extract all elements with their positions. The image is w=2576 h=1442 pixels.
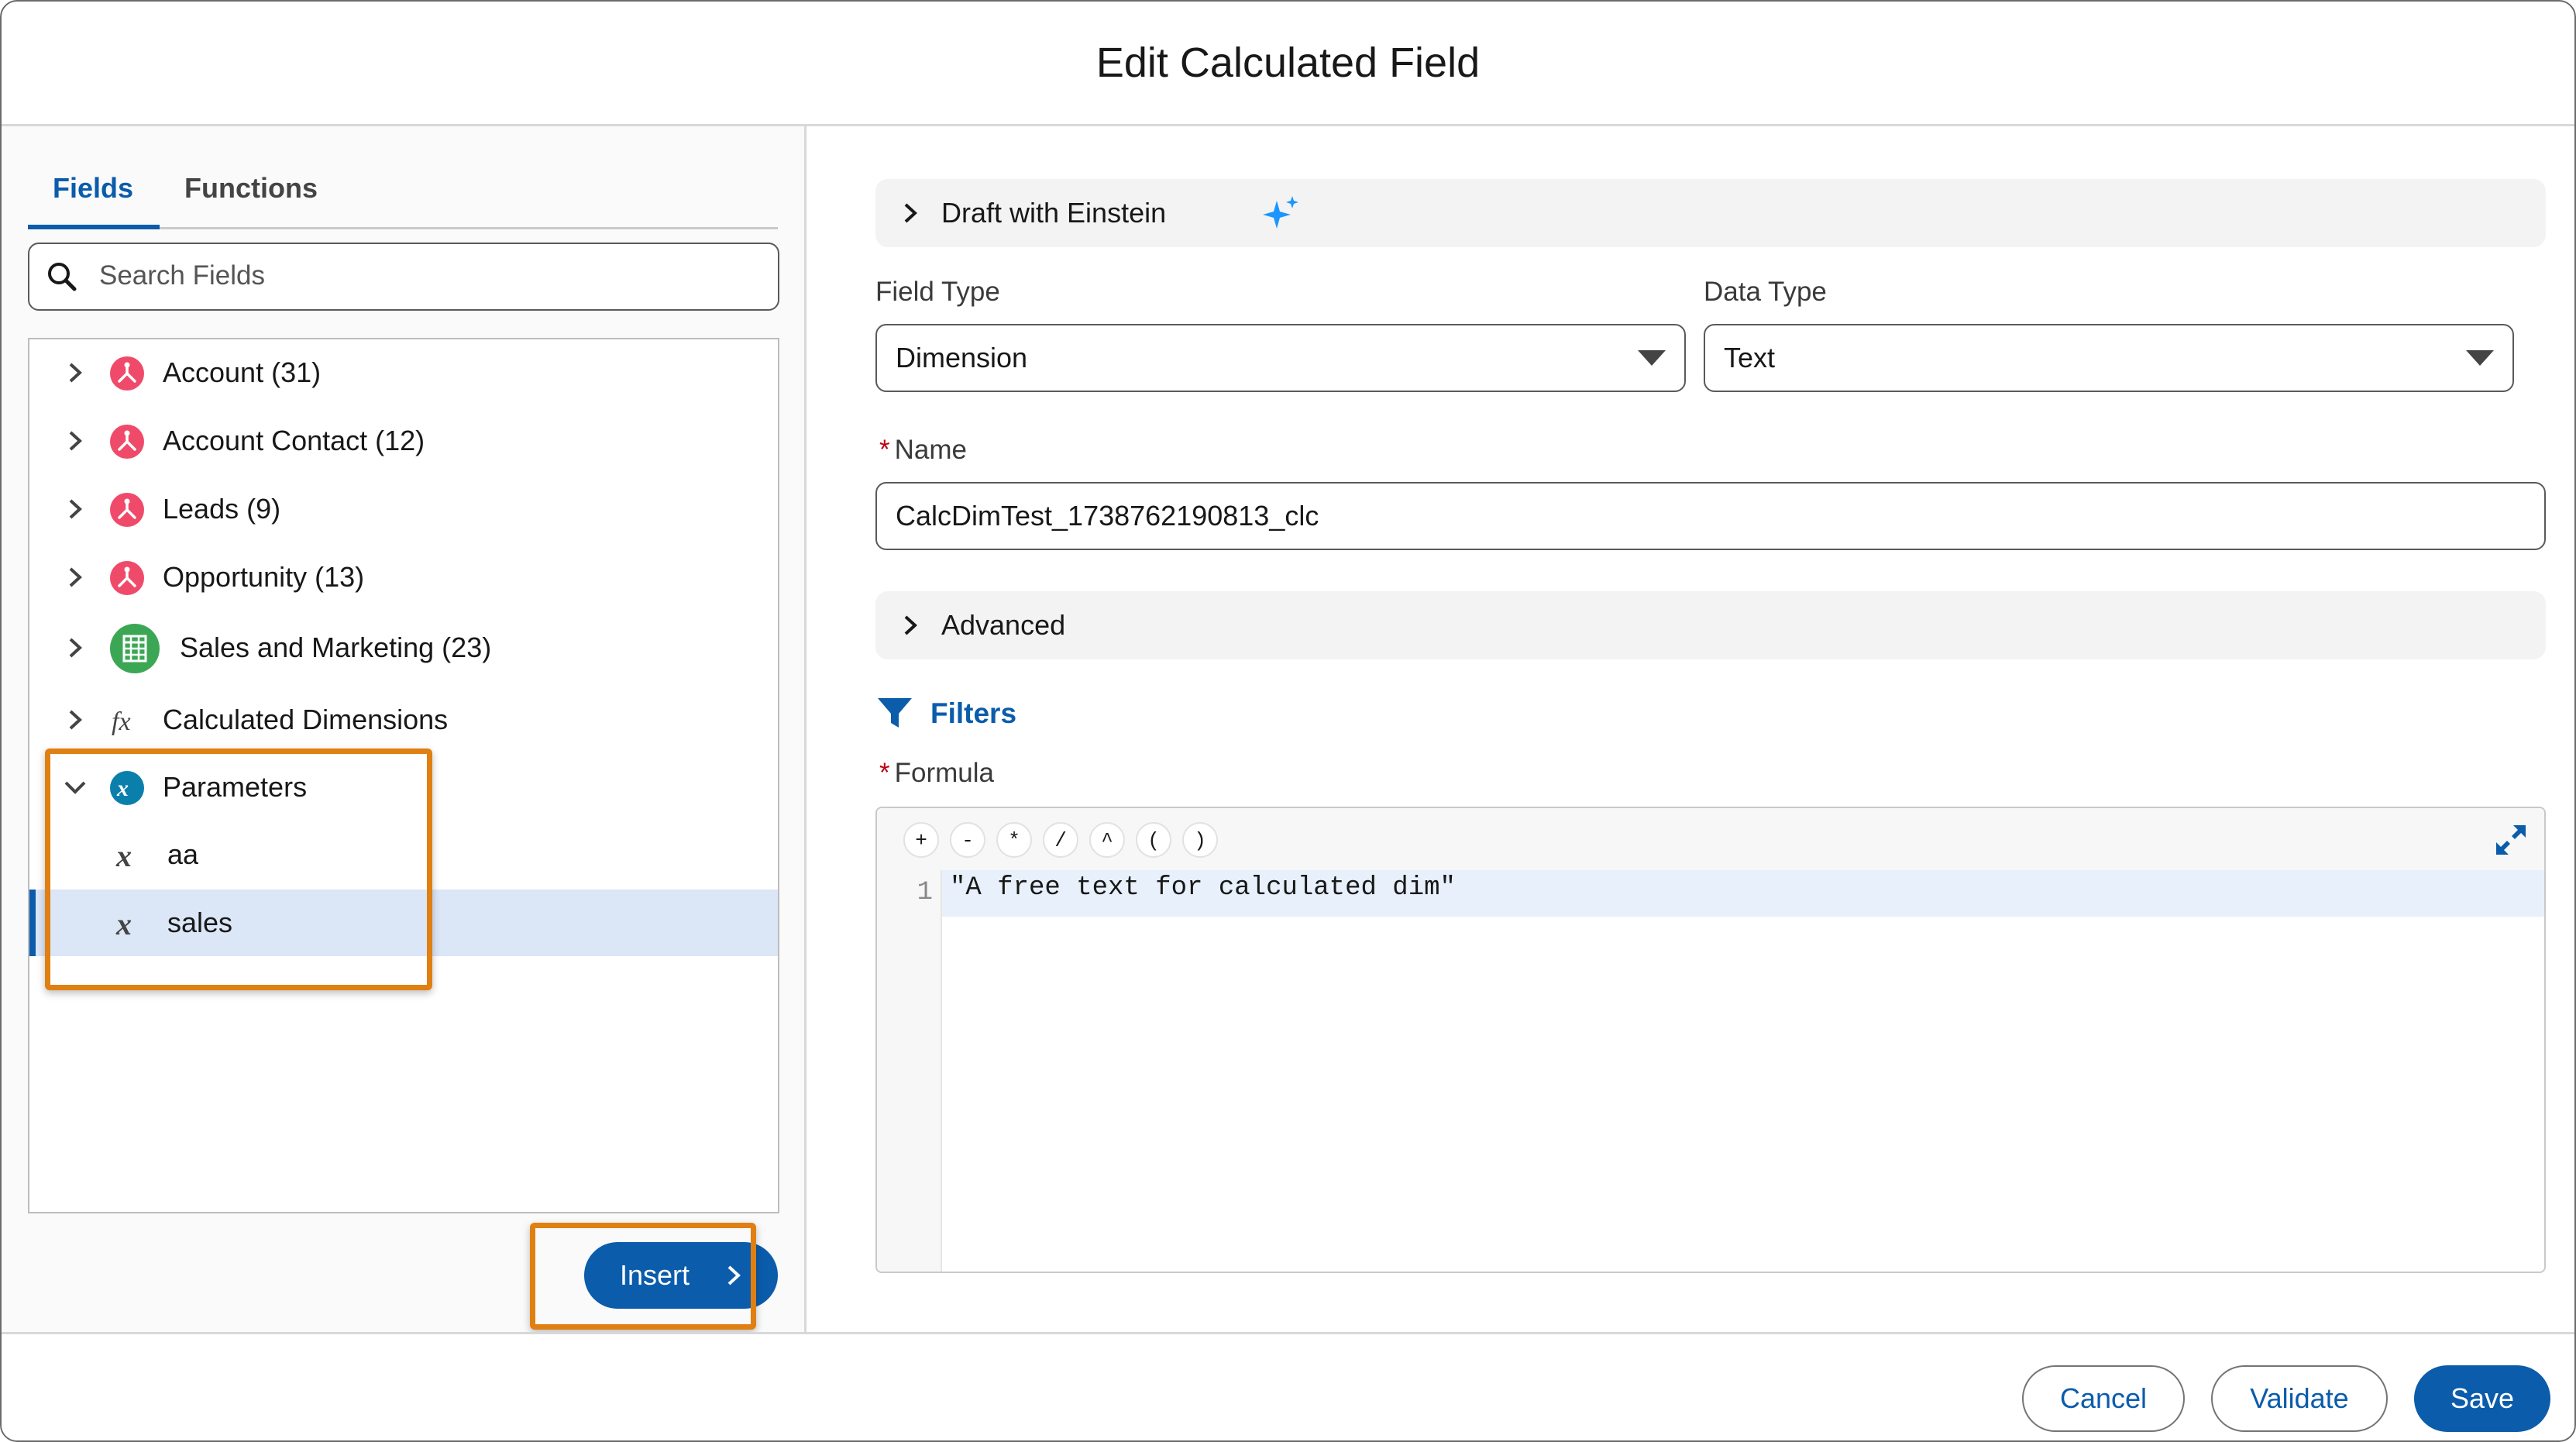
dataset-icon	[110, 493, 144, 527]
tree-item-calculated-dimensions[interactable]: fx Calculated Dimensions	[29, 687, 778, 753]
chevron-right-icon[interactable]	[64, 497, 87, 521]
formula-code[interactable]: "A free text for calculated dim"	[950, 873, 1456, 903]
tree-item-leads[interactable]: Leads (9)	[29, 476, 778, 542]
einstein-sparkle-icon	[1263, 196, 1298, 229]
tree-item-sales-and-marketing[interactable]: Sales and Marketing (23)	[29, 614, 778, 681]
tab-functions[interactable]: Functions	[184, 150, 318, 227]
formula-panel: Draft with Einstein Field Type Dimension…	[807, 126, 2574, 1332]
operator-minus-button[interactable]: -	[950, 822, 985, 858]
active-tab-indicator	[28, 225, 160, 229]
search-fields-box	[28, 243, 779, 311]
formula-label: * Formula	[879, 758, 994, 789]
operator-multiply-button[interactable]: *	[996, 822, 1032, 858]
formula-operator-toolbar: + - * / ^ ( )	[877, 808, 2544, 872]
fields-panel: Fields Functions Account (31)	[2, 126, 807, 1332]
formula-editor[interactable]: + - * / ^ ( ) 1 "A free text for calcula…	[875, 807, 2546, 1273]
data-type-value: Text	[1724, 342, 1776, 373]
name-label-text: Name	[894, 435, 967, 465]
tree-item-label: Account (31)	[163, 356, 322, 388]
tree-item-account[interactable]: Account (31)	[29, 339, 778, 406]
chevron-right-icon[interactable]	[64, 566, 87, 589]
save-button[interactable]: Save	[2414, 1365, 2550, 1432]
caret-down-icon	[2466, 350, 2494, 366]
chevron-right-icon[interactable]	[64, 429, 87, 453]
expand-icon[interactable]	[2493, 822, 2529, 858]
tree-item-label: Account Contact (12)	[163, 425, 425, 456]
chevron-right-icon	[904, 203, 917, 223]
tree-item-account-contact[interactable]: Account Contact (12)	[29, 408, 778, 474]
data-type-label: Data Type	[1704, 277, 1827, 307]
required-mark: *	[879, 758, 890, 788]
line-number: 1	[917, 878, 933, 907]
draft-with-einstein-label: Draft with Einstein	[941, 197, 1167, 229]
field-type-value: Dimension	[896, 342, 1028, 373]
tree-item-label: Calculated Dimensions	[163, 704, 449, 735]
operator-divide-button[interactable]: /	[1043, 822, 1078, 858]
advanced-label: Advanced	[941, 609, 1066, 641]
insert-highlight-box	[530, 1223, 756, 1330]
chevron-right-icon[interactable]	[64, 636, 87, 659]
tree-item-opportunity[interactable]: Opportunity (13)	[29, 544, 778, 611]
svg-text:fx: fx	[112, 707, 131, 736]
chevron-right-icon[interactable]	[64, 361, 87, 384]
filters-label: Filters	[930, 697, 1017, 729]
field-type-select[interactable]: Dimension	[875, 324, 1686, 392]
draft-with-einstein-section[interactable]: Draft with Einstein	[875, 179, 2546, 247]
tree-item-label: Opportunity (13)	[163, 561, 365, 593]
caret-down-icon	[1638, 350, 1666, 366]
dataset-icon	[110, 561, 144, 595]
field-type-label: Field Type	[875, 277, 1000, 307]
chevron-right-icon[interactable]	[64, 708, 87, 731]
data-type-select[interactable]: Text	[1704, 324, 2514, 392]
panel-tabs: Fields Functions	[28, 150, 778, 229]
table-icon	[110, 624, 160, 673]
dialog-header: Edit Calculated Field	[2, 2, 2574, 126]
cancel-button[interactable]: Cancel	[2022, 1365, 2185, 1432]
edit-calculated-field-dialog: Edit Calculated Field Fields Functions S…	[0, 0, 2576, 1442]
operator-plus-button[interactable]: +	[903, 822, 939, 858]
operator-power-button[interactable]: ^	[1089, 822, 1125, 858]
dataset-icon	[110, 425, 144, 459]
search-input[interactable]	[98, 250, 759, 301]
advanced-section[interactable]: Advanced	[875, 591, 2546, 659]
dataset-icon	[110, 356, 144, 391]
tree-item-label: Leads (9)	[163, 493, 281, 525]
line-number-gutter: 1	[877, 870, 942, 1272]
parameters-highlight-box	[45, 749, 432, 990]
name-value: CalcDimTest_1738762190813_clc	[896, 500, 1319, 532]
dialog-title: Edit Calculated Field	[1095, 40, 1481, 86]
dialog-footer: Cancel Validate Save	[2, 1332, 2574, 1440]
required-mark: *	[879, 435, 890, 465]
search-icon	[48, 263, 77, 291]
operator-close-paren-button[interactable]: )	[1182, 822, 1218, 858]
operator-open-paren-button[interactable]: (	[1136, 822, 1171, 858]
filter-icon	[878, 698, 912, 728]
formula-label-text: Formula	[894, 758, 994, 788]
tab-fields[interactable]: Fields	[53, 150, 133, 227]
chevron-right-icon	[904, 615, 917, 635]
tree-item-label: Sales and Marketing (23)	[180, 632, 492, 663]
name-label: * Name	[879, 435, 967, 466]
validate-button[interactable]: Validate	[2211, 1365, 2388, 1432]
name-input[interactable]: CalcDimTest_1738762190813_clc	[875, 482, 2546, 550]
function-icon: fx	[112, 707, 131, 736]
